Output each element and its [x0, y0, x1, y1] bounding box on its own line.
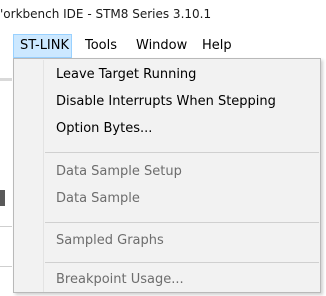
menu-item-label: Option Bytes...	[56, 121, 153, 136]
workspace-tab-marker	[0, 190, 5, 206]
menu-item-sampled-graphs[interactable]: Sampled Graphs	[15, 229, 319, 253]
st-link-dropdown-menu: Leave Target Running Disable Interrupts …	[13, 58, 321, 293]
ide-window: 'orkbench IDE - STM8 Series 3.10.1 ST-LI…	[0, 0, 326, 296]
menu-item-option-bytes[interactable]: Option Bytes...	[15, 117, 319, 141]
menu-item-label: Leave Target Running	[56, 67, 197, 82]
menu-window[interactable]: Window	[130, 34, 187, 58]
workspace-background	[0, 60, 12, 295]
menu-tools[interactable]: Tools	[79, 34, 117, 58]
menu-item-label: Data Sample	[56, 191, 140, 206]
menu-item-label: Disable Interrupts When Stepping	[56, 94, 276, 109]
menu-item-breakpoint-usage[interactable]: Breakpoint Usage...	[15, 268, 319, 292]
menu-separator	[45, 152, 319, 153]
menu-bar: ST-LINK Tools Window Help	[0, 34, 326, 58]
window-title: 'orkbench IDE - STM8 Series 3.10.1	[0, 7, 212, 21]
menu-help[interactable]: Help	[196, 34, 232, 58]
workspace-divider	[0, 226, 12, 227]
menu-st-link[interactable]: ST-LINK	[13, 34, 72, 58]
menu-item-leave-target-running[interactable]: Leave Target Running	[15, 63, 319, 87]
menu-separator	[45, 222, 319, 223]
menu-item-label: Data Sample Setup	[56, 164, 182, 179]
menu-item-data-sample-setup[interactable]: Data Sample Setup	[15, 160, 319, 184]
workspace-divider	[0, 78, 12, 81]
menu-item-disable-interrupts-when-stepping[interactable]: Disable Interrupts When Stepping	[15, 90, 319, 114]
title-bar: 'orkbench IDE - STM8 Series 3.10.1	[0, 0, 326, 26]
menu-item-label: Sampled Graphs	[56, 233, 164, 248]
menu-item-data-sample[interactable]: Data Sample	[15, 187, 319, 211]
menu-separator	[45, 262, 319, 263]
workspace-divider	[0, 266, 12, 267]
menu-item-label: Breakpoint Usage...	[56, 272, 184, 287]
